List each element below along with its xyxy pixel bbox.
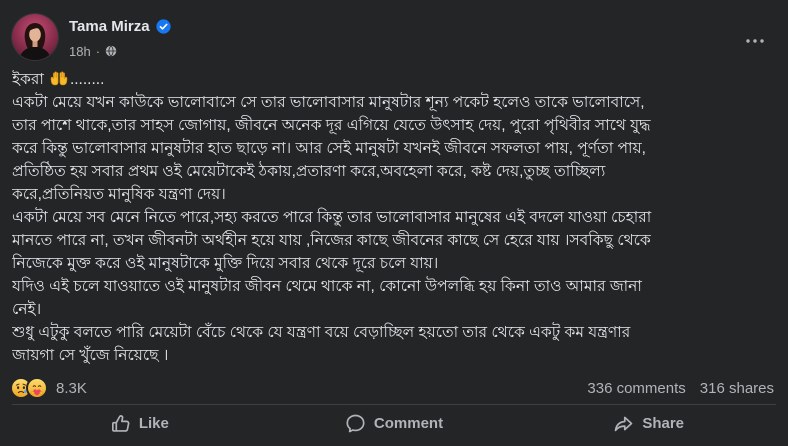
verified-badge-icon (155, 18, 171, 34)
post-header: Tama Mirza (69, 15, 171, 37)
post-text-line: একটা মেয়ে সব মেনে নিতে পারে,সহ্য করতে প… (12, 209, 652, 226)
care-reaction-icon (28, 379, 46, 397)
author-name[interactable]: Tama Mirza (69, 18, 150, 35)
post-text-line: নেই। (12, 301, 42, 318)
meta-separator: · (95, 43, 101, 59)
post-text-line: শুধু এটুকু বলতে পারি মেয়েটা বেঁচে থেকে … (12, 324, 631, 341)
palms-up-emoji-icon (50, 70, 68, 86)
share-icon (613, 413, 634, 434)
post-text-line: যদিও এই চলে যাওয়াতে ওই মানুষটার জীবন থে… (12, 278, 642, 295)
post-text-ellipsis: ........ (69, 71, 105, 88)
more-options-button[interactable] (740, 28, 770, 50)
post-text-line: করে,প্রতিনিয়ত মানুষিক যন্ত্রণা দেয়। (12, 186, 226, 203)
post-meta: 18h · (69, 43, 117, 59)
like-icon (110, 413, 131, 434)
globe-icon[interactable] (105, 45, 117, 57)
author-avatar[interactable] (12, 14, 58, 60)
share-button[interactable]: Share (521, 407, 776, 439)
post-text-line: মানতে পারে না, তখন জীবনটা অর্থহীন হয়ে য… (12, 232, 651, 249)
post-text-line: একটা মেয়ে যখন কাউকে ভালোবাসে সে তার ভাল… (12, 94, 645, 111)
share-label: Share (642, 414, 685, 432)
reaction-count[interactable]: 8.3K (56, 380, 87, 397)
post-text-line: করে কিন্তু ভালোবাসার মানুষটার হাত ছাড়ে … (12, 140, 646, 157)
post-text: ইকরা ........ একটা মেয়ে যখন কাউকে ভালোব… (12, 68, 776, 367)
comment-icon (345, 413, 366, 434)
like-button[interactable]: Like (12, 407, 267, 439)
post-text-line: নিজেকে মুক্ত করে ওই মানুষটাকে মুক্তি দিয… (12, 255, 439, 272)
post-text-first-line: ইকরা ........ (12, 68, 776, 91)
post-actions: Like Comment Share (12, 407, 776, 439)
comments-count[interactable]: 336 comments (587, 380, 685, 397)
shares-count[interactable]: 316 shares (700, 380, 774, 397)
post-card: Tama Mirza 18h · ইকরা ........ একটা মেয়… (0, 0, 788, 446)
reactions-summary[interactable]: 8.3K (12, 379, 87, 397)
comment-label: Comment (373, 414, 444, 432)
divider (12, 404, 776, 405)
post-text-line: প্রতিষ্ঠিত হয় সবার প্রথম ওই মেয়েটাকেই … (12, 163, 606, 180)
more-horizontal-icon (746, 30, 764, 48)
post-text-line: জায়গা সে খুঁজে নিয়েছে । (12, 347, 169, 364)
post-text-greeting: ইকরা (12, 71, 44, 88)
post-text-line: তার পাশে থাকে,তার সাহস জোগায়, জীবনে অনে… (12, 117, 651, 134)
post-stats: 8.3K 336 comments 316 shares (12, 377, 774, 399)
post-timestamp[interactable]: 18h (69, 44, 91, 59)
like-label: Like (138, 414, 169, 432)
engagement-counts: 336 comments 316 shares (587, 380, 774, 397)
comment-button[interactable]: Comment (267, 407, 522, 439)
